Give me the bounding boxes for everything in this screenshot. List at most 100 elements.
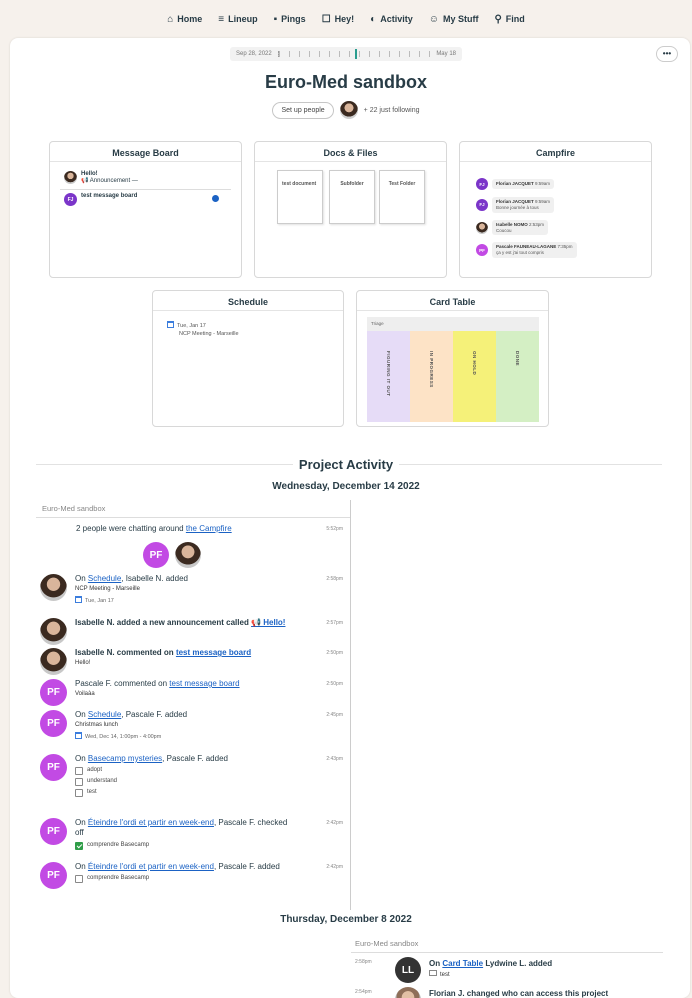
campfire-tool[interactable]: Campfire FJ Florian JACQUET 9:59am FJ Fl… bbox=[459, 141, 652, 278]
tool-title: Docs & Files bbox=[255, 142, 446, 162]
avatar[interactable]: PF bbox=[40, 754, 67, 781]
message-item[interactable]: FJ test message board bbox=[60, 189, 231, 209]
activity-event: PF On Éteindre l'ordi et partir en week-… bbox=[36, 862, 351, 902]
chat-time: 9:59am bbox=[535, 181, 551, 187]
nav-activity[interactable]: ◐ Activity bbox=[370, 14, 413, 25]
activity-event: On Schedule, Isabelle N. added NCP Meeti… bbox=[36, 574, 351, 618]
column-label: FIGURING IT OUT bbox=[386, 351, 391, 397]
stream-project-label[interactable]: Euro-Med sandbox bbox=[351, 935, 663, 953]
avatar[interactable]: PF bbox=[40, 862, 67, 889]
avatar[interactable]: PF bbox=[40, 679, 67, 706]
nav-home[interactable]: ⌂ Home bbox=[167, 14, 202, 25]
checked-checkbox[interactable] bbox=[75, 841, 83, 850]
tool-title: Card Table bbox=[357, 291, 548, 311]
event-link[interactable]: Éteindre l'ordi et partir en week-end bbox=[88, 818, 214, 827]
avatar[interactable]: PF bbox=[143, 542, 169, 568]
chat-author: Pascale FAUNEAU-LAGANE bbox=[496, 244, 557, 250]
timeline-end: May 18 bbox=[436, 51, 456, 57]
timeline-bar[interactable]: Sep 28, 2022 May 18 bbox=[230, 47, 462, 61]
activity-stream: Euro-Med sandbox 2:58pm LL On Card Table… bbox=[351, 935, 663, 998]
event-link[interactable]: Schedule bbox=[88, 574, 121, 583]
campfire-line: Isabelle NOMO 2:53pm Coucou bbox=[476, 219, 651, 236]
card-table-tool[interactable]: Card Table Triage FIGURING IT OUT IN PRO… bbox=[356, 290, 549, 427]
avatar bbox=[476, 221, 488, 234]
event-time: 2:54pm bbox=[355, 989, 372, 995]
event-link[interactable]: Card Table bbox=[442, 959, 483, 968]
nav-pings[interactable]: ▪ Pings bbox=[274, 14, 306, 25]
event-link[interactable]: Basecamp mysteries bbox=[88, 754, 162, 763]
event-meta: Tue, Jan 17 bbox=[75, 596, 305, 605]
folder-title: Test Folder bbox=[388, 181, 416, 187]
avatar: FJ bbox=[476, 178, 488, 190]
event-link[interactable]: Schedule bbox=[88, 710, 121, 719]
avatar[interactable] bbox=[395, 987, 421, 998]
activity-event: Isabelle N. commented on test message bo… bbox=[36, 648, 351, 676]
chat-author: Florian JACQUET bbox=[496, 181, 534, 187]
checkbox[interactable] bbox=[75, 875, 83, 884]
avatar[interactable] bbox=[339, 101, 358, 119]
campfire-line: FJ Florian JACQUET 9:59am Bonne journée à… bbox=[476, 197, 651, 213]
avatar[interactable]: LL bbox=[395, 957, 421, 983]
todo-item[interactable]: comprendre Basecamp bbox=[75, 841, 290, 850]
column-label: IN PROGRESS bbox=[429, 351, 434, 388]
event-time: 2:58pm bbox=[326, 576, 343, 582]
nav-lineup[interactable]: ≡ Lineup bbox=[218, 14, 257, 25]
message-board-tool[interactable]: Message Board Hello! 📢 Announcement — FJ … bbox=[49, 141, 242, 278]
campfire-link[interactable]: the Campfire bbox=[186, 524, 232, 533]
event-text: On Éteindre l'ordi et partir en week-end… bbox=[75, 862, 290, 884]
activity-event: 2:54pm Florian J. changed who can access… bbox=[351, 987, 663, 998]
more-options-button[interactable]: ••• bbox=[656, 46, 678, 62]
event-link[interactable]: test message board bbox=[169, 679, 239, 688]
chat-time: 2:53pm bbox=[529, 221, 545, 227]
todo-item[interactable]: comprendre Basecamp bbox=[75, 875, 290, 884]
stream-project-label[interactable]: Euro-Med sandbox bbox=[36, 500, 350, 518]
schedule-entry[interactable]: Tue, Jan 17 NCP Meeting - Marseille bbox=[153, 311, 343, 343]
nav-find[interactable]: ⚲ Find bbox=[494, 14, 524, 25]
schedule-event: NCP Meeting - Marseille bbox=[179, 331, 239, 337]
set-up-people-button[interactable]: Set up people bbox=[272, 101, 334, 119]
checkbox[interactable] bbox=[75, 789, 83, 798]
todo-item[interactable]: adopt bbox=[75, 767, 305, 776]
event-time: 2:42pm bbox=[326, 820, 343, 826]
card-column: ON HOLD bbox=[453, 331, 496, 422]
todo-item[interactable]: understand bbox=[75, 778, 305, 787]
schedule-tool[interactable]: Schedule Tue, Jan 17 NCP Meeting - Marse… bbox=[152, 290, 344, 427]
activity-event: PF Pascale F. commented on test message … bbox=[36, 679, 351, 707]
event-detail: Voilaàa bbox=[75, 691, 95, 698]
following-count[interactable]: + 22 just following bbox=[364, 107, 420, 114]
top-nav: ⌂ Home ≡ Lineup ▪ Pings ☐ Hey! ◐ Activity ☺ My… bbox=[0, 0, 692, 38]
hey-icon: ☐ bbox=[321, 13, 331, 25]
avatar[interactable]: PF bbox=[40, 818, 67, 845]
event-link[interactable]: test message board bbox=[176, 648, 251, 657]
nav-hey[interactable]: ☐ Hey! bbox=[322, 14, 354, 25]
docs-files-tool[interactable]: Docs & Files test document Subfolder Tes… bbox=[254, 141, 447, 278]
activity-event: 2:58pm LL On Card Table Lydwine L. added… bbox=[351, 957, 663, 985]
triage-column: Triage bbox=[367, 317, 539, 331]
activity-stream: Euro-Med sandbox 2 people were chatting … bbox=[36, 500, 351, 910]
todo-item[interactable]: test bbox=[75, 789, 305, 798]
event-detail: NCP Meeting - Marseille bbox=[75, 586, 140, 593]
checkbox[interactable] bbox=[75, 778, 83, 787]
folder-title: Subfolder bbox=[340, 181, 364, 187]
avatar[interactable]: PF bbox=[40, 710, 67, 737]
unread-dot bbox=[212, 195, 219, 202]
avatar[interactable] bbox=[175, 542, 201, 568]
chat-bubble: Isabelle NOMO 2:53pm Coucou bbox=[492, 219, 549, 236]
event-link[interactable]: 📢 Hello! bbox=[251, 618, 285, 627]
avatar[interactable] bbox=[40, 618, 67, 645]
chat-text: Coucou bbox=[496, 227, 512, 233]
event-time: 5:52pm bbox=[326, 526, 343, 532]
avatar[interactable] bbox=[40, 648, 67, 675]
event-time: 2:50pm bbox=[326, 681, 343, 687]
checkbox[interactable] bbox=[75, 767, 83, 776]
timeline-now-marker bbox=[354, 49, 357, 59]
folder-card[interactable]: Subfolder bbox=[329, 170, 375, 224]
tool-title: Campfire bbox=[460, 142, 651, 162]
nav-my-stuff[interactable]: ☺ My Stuff bbox=[429, 14, 479, 25]
avatar[interactable] bbox=[40, 574, 67, 601]
activity-day: Wednesday, December 14 2022 bbox=[272, 481, 420, 492]
document-card[interactable]: test document bbox=[277, 170, 323, 224]
folder-card[interactable]: Test Folder bbox=[379, 170, 425, 224]
message-item[interactable]: Hello! 📢 Announcement — bbox=[50, 168, 241, 187]
event-link[interactable]: Éteindre l'ordi et partir en week-end bbox=[88, 862, 214, 871]
